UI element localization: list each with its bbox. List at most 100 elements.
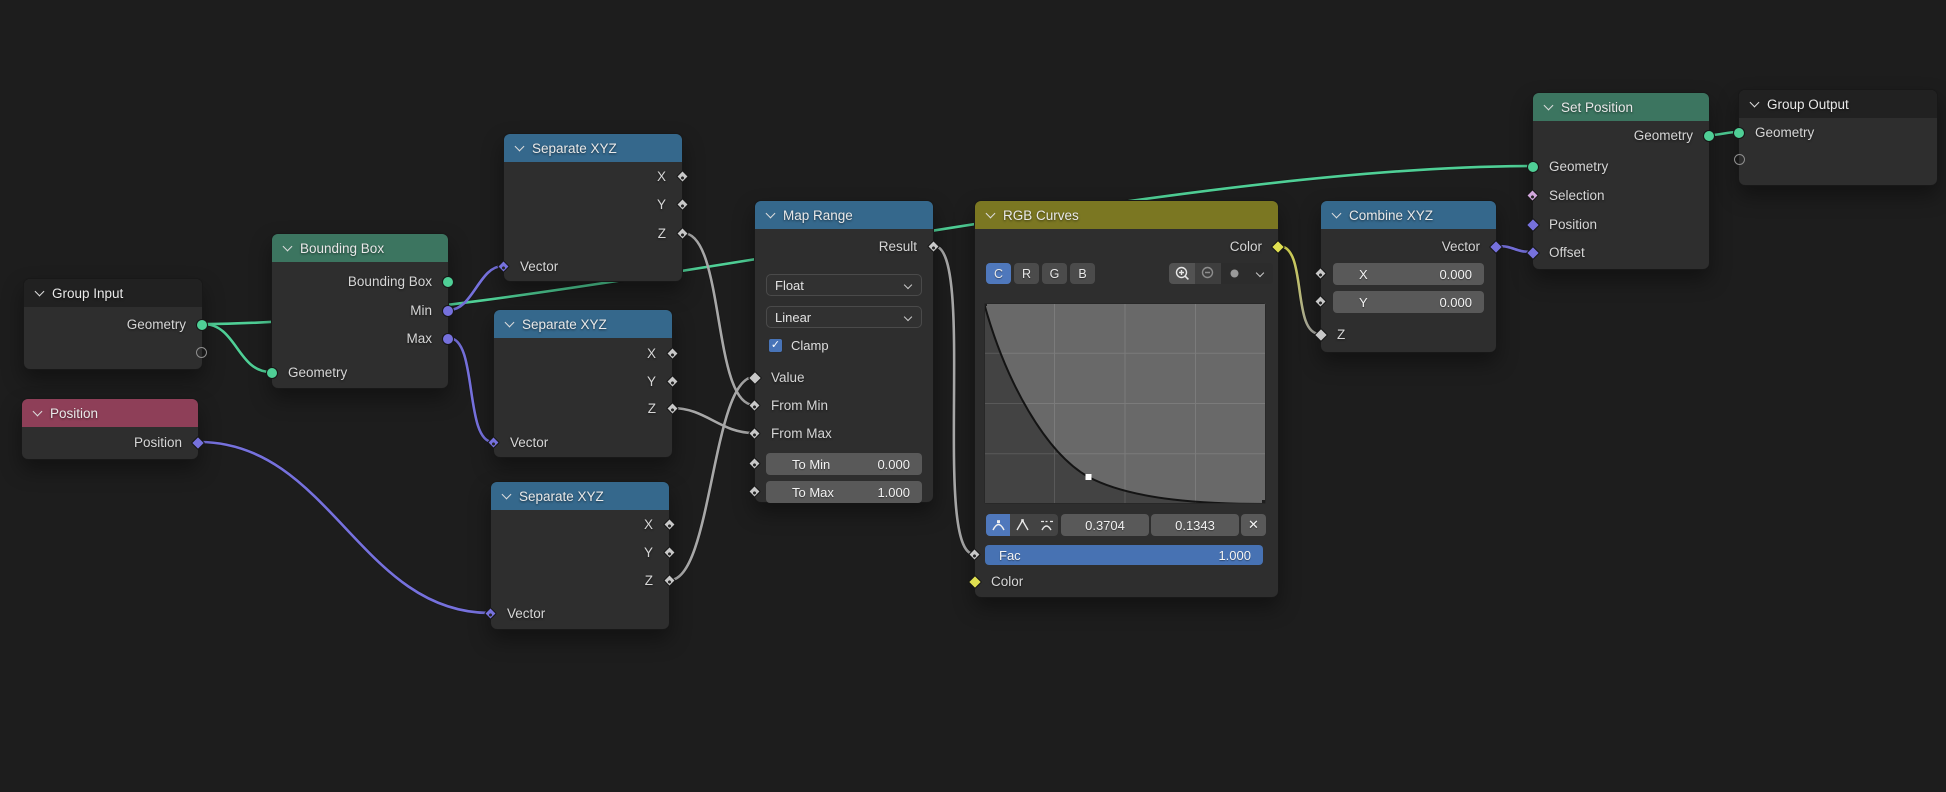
- socket-row: Vector: [494, 429, 672, 457]
- output-label: Min: [410, 303, 432, 318]
- node-header[interactable]: Separate XYZ: [494, 310, 672, 338]
- node-set-position[interactable]: Set Position Geometry Geometry Selection…: [1532, 92, 1710, 270]
- field-value: 0.000: [1439, 267, 1484, 282]
- node-combine-xyz[interactable]: Combine XYZ Vector X 0.000 Y 0.000 Z: [1320, 200, 1497, 353]
- node-editor-canvas[interactable]: Group Input Geometry Position Position B…: [0, 0, 1946, 792]
- collapse-chevron-icon[interactable]: [501, 491, 511, 501]
- node-header[interactable]: Map Range: [755, 201, 933, 229]
- node-bounding-box[interactable]: Bounding Box Bounding Box Min Max Geomet…: [271, 233, 449, 389]
- node-header[interactable]: Separate XYZ: [491, 482, 669, 510]
- delete-point-button[interactable]: ✕: [1241, 514, 1266, 536]
- input-label: Vector: [520, 259, 558, 274]
- output-label: Y: [657, 197, 666, 212]
- socket-row: Z: [504, 220, 682, 248]
- handle-auto-icon: [991, 518, 1006, 532]
- node-separate-xyz-1[interactable]: Separate XYZ X Y Z Vector: [503, 133, 683, 282]
- max-output-socket[interactable]: [442, 333, 454, 345]
- node-map-range[interactable]: Map Range Result Float Linear ✓ Clamp Va…: [754, 200, 934, 503]
- x-field[interactable]: X 0.000: [1333, 263, 1484, 285]
- chevron-down-icon: [904, 281, 913, 290]
- socket-row: X: [504, 163, 682, 191]
- node-group-input[interactable]: Group Input Geometry: [23, 278, 203, 370]
- handle-auto-button[interactable]: [986, 514, 1010, 536]
- collapse-chevron-icon[interactable]: [1331, 210, 1341, 220]
- socket-row: Min: [272, 297, 448, 325]
- zoom-out-button[interactable]: [1195, 263, 1221, 284]
- node-header[interactable]: Position: [22, 399, 198, 427]
- collapse-chevron-icon[interactable]: [282, 243, 292, 253]
- handle-auto-clamped-button[interactable]: [1034, 514, 1058, 536]
- output-label: X: [647, 346, 656, 361]
- curve-editor[interactable]: [984, 303, 1266, 504]
- socket-row: Result: [755, 233, 933, 261]
- virtual-output-socket[interactable]: [196, 347, 207, 358]
- collapse-chevron-icon[interactable]: [1543, 102, 1553, 112]
- y-field[interactable]: Y 0.000: [1333, 291, 1484, 313]
- socket-row: Geometry: [1739, 119, 1937, 147]
- geometry-input-socket[interactable]: [266, 367, 278, 379]
- node-title: Group Input: [52, 286, 123, 301]
- node-header[interactable]: RGB Curves: [975, 201, 1278, 229]
- point-y-field[interactable]: 0.1343: [1151, 514, 1239, 536]
- channel-r-button[interactable]: R: [1014, 263, 1039, 284]
- node-header[interactable]: Set Position: [1533, 93, 1709, 121]
- node-separate-xyz-2[interactable]: Separate XYZ X Y Z Vector: [493, 309, 673, 458]
- geometry-output-socket[interactable]: [196, 319, 208, 331]
- node-header[interactable]: Separate XYZ: [504, 134, 682, 162]
- clamp-checkbox[interactable]: ✓: [768, 338, 783, 353]
- node-rgb-curves[interactable]: RGB Curves Color C R G B: [974, 200, 1279, 598]
- interpolation-dropdown[interactable]: Linear: [766, 306, 922, 328]
- socket-row: Max: [272, 325, 448, 353]
- node-title: Bounding Box: [300, 241, 384, 256]
- node-header[interactable]: Group Input: [24, 279, 202, 307]
- channel-g-button[interactable]: G: [1042, 263, 1067, 284]
- channel-label: B: [1078, 267, 1086, 281]
- node-position[interactable]: Position Position: [21, 398, 199, 460]
- to-min-field[interactable]: To Min 0.000: [766, 453, 922, 475]
- input-label: Z: [1337, 327, 1345, 342]
- bounding-box-output-socket[interactable]: [442, 276, 454, 288]
- point-x-field[interactable]: 0.3704: [1061, 514, 1149, 536]
- collapse-chevron-icon[interactable]: [34, 288, 44, 298]
- node-header[interactable]: Group Output: [1739, 90, 1937, 118]
- input-label: Selection: [1549, 188, 1605, 203]
- curve-tools-dropdown[interactable]: [1247, 263, 1273, 284]
- curve-selected-point: [1086, 474, 1092, 480]
- wire-max-to-separate2: [449, 338, 493, 442]
- collapse-chevron-icon[interactable]: [765, 210, 775, 220]
- node-group-output[interactable]: Group Output Geometry: [1738, 89, 1938, 186]
- zoom-in-button[interactable]: [1169, 263, 1195, 284]
- node-title: Separate XYZ: [519, 489, 604, 504]
- field-label: X: [1333, 267, 1439, 282]
- channel-b-button[interactable]: B: [1070, 263, 1095, 284]
- socket-row: Z: [491, 567, 669, 595]
- curve-graph: [984, 303, 1266, 504]
- collapse-chevron-icon[interactable]: [32, 408, 42, 418]
- geometry-output-socket[interactable]: [1703, 130, 1715, 142]
- socket-row: Geometry: [1533, 153, 1709, 181]
- geometry-input-socket[interactable]: [1527, 161, 1539, 173]
- collapse-chevron-icon[interactable]: [504, 319, 514, 329]
- data-type-dropdown[interactable]: Float: [766, 274, 922, 296]
- handle-vector-button[interactable]: [1010, 514, 1034, 536]
- socket-row: From Max: [755, 420, 933, 448]
- clipping-options-button[interactable]: [1221, 263, 1247, 284]
- output-label: X: [657, 169, 666, 184]
- to-max-field[interactable]: To Max 1.000: [766, 481, 922, 503]
- dot-icon: [1227, 266, 1242, 281]
- socket-row: From Min: [755, 392, 933, 420]
- min-output-socket[interactable]: [442, 305, 454, 317]
- node-separate-xyz-3[interactable]: Separate XYZ X Y Z Vector: [490, 481, 670, 630]
- node-header[interactable]: Combine XYZ: [1321, 201, 1496, 229]
- channel-c-button[interactable]: C: [986, 263, 1011, 284]
- fac-slider[interactable]: Fac 1.000: [985, 545, 1263, 565]
- geometry-input-socket[interactable]: [1733, 127, 1745, 139]
- collapse-chevron-icon[interactable]: [985, 210, 995, 220]
- virtual-input-socket[interactable]: [1734, 154, 1745, 165]
- node-header[interactable]: Bounding Box: [272, 234, 448, 262]
- socket-row: Color: [975, 233, 1278, 261]
- socket-row: X: [491, 511, 669, 539]
- socket-row: Position: [22, 429, 198, 457]
- collapse-chevron-icon[interactable]: [514, 143, 524, 153]
- collapse-chevron-icon[interactable]: [1749, 99, 1759, 109]
